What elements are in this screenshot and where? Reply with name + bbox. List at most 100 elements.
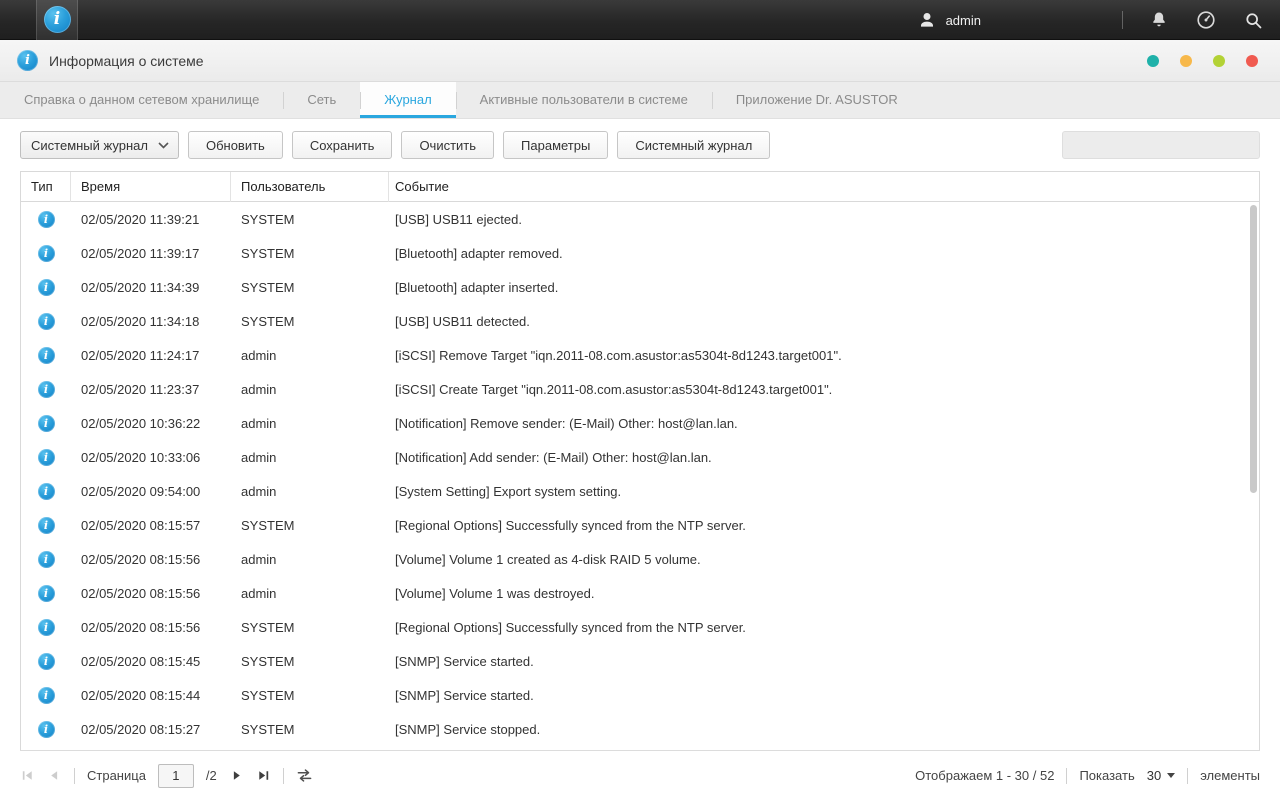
table-row[interactable]: 02/05/2020 09:54:00 admin [System Setting]…	[21, 474, 1259, 508]
log-user-cell: admin	[241, 483, 277, 499]
log-event-cell: [Regional Options] Successfully synced f…	[395, 517, 746, 533]
user-menu[interactable]: admin	[917, 10, 981, 30]
table-row[interactable]: 02/05/2020 08:15:57 SYSTEM [Regional Optio…	[21, 508, 1259, 542]
page-size-dropdown[interactable]: 30	[1146, 768, 1176, 783]
log-event-cell: [SNMP] Service stopped.	[395, 721, 541, 737]
total-pages-label: /2	[205, 768, 217, 783]
system-information-app-icon	[43, 6, 71, 33]
show-label: Показать	[1079, 768, 1135, 783]
log-time-cell: 02/05/2020 11:39:21	[81, 211, 200, 227]
tab-4[interactable]: Активные пользователи в системе	[455, 82, 712, 118]
info-icon	[37, 652, 55, 670]
log-user-cell: admin	[241, 585, 277, 601]
page-number-input[interactable]	[157, 763, 194, 788]
log-event-cell: [USB] USB11 ejected.	[395, 211, 522, 227]
table-row[interactable]: 02/05/2020 08:15:56 admin [Volume] Volume …	[21, 576, 1259, 610]
tab-3[interactable]: Журнал	[360, 82, 457, 118]
log-user-cell: SYSTEM	[241, 517, 295, 533]
log-user-cell: admin	[241, 449, 277, 465]
tab-5[interactable]: Приложение Dr. ASUSTOR	[711, 82, 922, 118]
log-user-cell: SYSTEM	[241, 313, 295, 329]
log-type-cell	[21, 380, 71, 398]
toolbar-button[interactable]: Обновить	[187, 131, 283, 159]
log-user-cell: admin	[241, 415, 277, 431]
log-time-cell: 02/05/2020 11:34:39	[81, 279, 200, 295]
refresh-icon[interactable]	[296, 768, 313, 783]
vertical-scrollbar[interactable]	[1250, 205, 1257, 493]
previous-page-button[interactable]	[47, 768, 62, 783]
toolbar-button[interactable]: Сохранить	[291, 131, 393, 159]
topbar: admin	[0, 0, 1280, 40]
info-icon	[37, 550, 55, 568]
log-event-cell: [Notification] Add sender: (E-Mail) Othe…	[395, 449, 712, 465]
log-time-cell: 02/05/2020 08:15:27	[81, 721, 201, 737]
tab-1[interactable]: Справка о данном сетевом хранилище	[0, 82, 283, 118]
column-header-time[interactable]: Время	[71, 172, 231, 202]
log-user-cell: admin	[241, 551, 277, 567]
window-dot-red[interactable]	[1246, 55, 1258, 67]
log-time-cell: 02/05/2020 08:15:57	[81, 517, 201, 533]
table-row[interactable]: 02/05/2020 08:15:44 SYSTEM [SNMP] Service …	[21, 678, 1259, 712]
table-row[interactable]: 02/05/2020 11:34:18 SYSTEM [USB] USB11 det…	[21, 304, 1259, 338]
log-event-cell: [iSCSI] Create Target "iqn.2011-08.com.a…	[395, 381, 833, 397]
table-row[interactable]: 02/05/2020 11:39:21 SYSTEM [USB] USB11 eje…	[21, 202, 1259, 236]
table-row[interactable]: 02/05/2020 11:34:39 SYSTEM [Bluetooth] ada…	[21, 270, 1259, 304]
page-label: Страница	[87, 768, 146, 783]
column-header-event[interactable]: Событие	[389, 172, 1259, 202]
info-icon	[37, 346, 55, 364]
log-type-dropdown[interactable]: Системный журнал	[20, 131, 179, 159]
info-icon	[37, 278, 55, 296]
log-search-input[interactable]	[1078, 137, 1254, 153]
info-icon	[37, 210, 55, 228]
table-row[interactable]: 02/05/2020 10:36:22 admin [Notification] R…	[21, 406, 1259, 440]
window-dot-teal[interactable]	[1147, 55, 1159, 67]
window-dot-yellow[interactable]	[1180, 55, 1192, 67]
chevron-down-icon	[158, 141, 169, 149]
page-size-value: 30	[1146, 768, 1162, 783]
toolbar-button[interactable]: Системный журнал	[617, 131, 771, 159]
table-row[interactable]: 02/05/2020 11:39:17 SYSTEM [Bluetooth] ada…	[21, 236, 1259, 270]
bell-icon[interactable]	[1149, 10, 1169, 30]
log-event-cell: [SNMP] Service started.	[395, 653, 534, 669]
window-controls	[1147, 40, 1258, 82]
toolbar-button[interactable]: Параметры	[503, 131, 609, 159]
log-time-cell: 02/05/2020 10:33:06	[81, 449, 201, 465]
window-header: Информация о системе	[0, 40, 1280, 82]
table-row[interactable]: 02/05/2020 08:15:45 SYSTEM [SNMP] Service …	[21, 644, 1259, 678]
log-user-cell: SYSTEM	[241, 279, 295, 295]
column-header-user[interactable]: Пользователь	[231, 172, 389, 202]
info-icon	[37, 584, 55, 602]
table-header: Тип Время Пользователь Событие	[21, 172, 1259, 202]
log-user-cell: SYSTEM	[241, 687, 295, 703]
table-row[interactable]: 02/05/2020 11:24:17 admin [iSCSI] Remove T…	[21, 338, 1259, 372]
log-event-cell: [Volume] Volume 1 was destroyed.	[395, 585, 595, 601]
tab-2[interactable]: Сеть	[283, 82, 360, 118]
log-user-cell: SYSTEM	[241, 245, 295, 261]
log-table-body: 02/05/2020 11:39:21 SYSTEM [USB] USB11 eje…	[21, 202, 1259, 746]
log-time-cell: 02/05/2020 08:15:56	[81, 619, 201, 635]
log-event-cell: [iSCSI] Remove Target "iqn.2011-08.com.a…	[395, 347, 842, 363]
showing-label: Отображаем 1 - 30 / 52	[915, 768, 1055, 783]
first-page-button[interactable]	[20, 768, 35, 783]
log-search-box	[1062, 131, 1260, 159]
log-table: Тип Время Пользователь Событие 02/05/202…	[20, 171, 1260, 750]
active-app-tile[interactable]	[36, 0, 78, 40]
log-event-cell: [Bluetooth] adapter inserted.	[395, 279, 559, 295]
next-page-button[interactable]	[229, 768, 244, 783]
info-icon	[37, 720, 55, 738]
table-row[interactable]: 02/05/2020 10:33:06 admin [Notification] A…	[21, 440, 1259, 474]
search-icon[interactable]	[1243, 10, 1264, 31]
column-header-type[interactable]: Тип	[21, 172, 71, 202]
log-time-cell: 02/05/2020 08:15:56	[81, 551, 201, 567]
log-user-cell: SYSTEM	[241, 653, 295, 669]
separator	[1066, 767, 1068, 784]
toolbar-button[interactable]: Очистить	[401, 131, 495, 159]
table-row[interactable]: 02/05/2020 08:15:27 SYSTEM [SNMP] Service …	[21, 712, 1259, 746]
table-row[interactable]: 02/05/2020 08:15:56 admin [Volume] Volume …	[21, 542, 1259, 576]
gauge-icon[interactable]	[1195, 9, 1217, 31]
table-row[interactable]: 02/05/2020 08:15:56 SYSTEM [Regional Optio…	[21, 610, 1259, 644]
log-type-cell	[21, 312, 71, 330]
window-dot-green[interactable]	[1213, 55, 1225, 67]
last-page-button[interactable]	[256, 768, 271, 783]
table-row[interactable]: 02/05/2020 11:23:37 admin [iSCSI] Create T…	[21, 372, 1259, 406]
